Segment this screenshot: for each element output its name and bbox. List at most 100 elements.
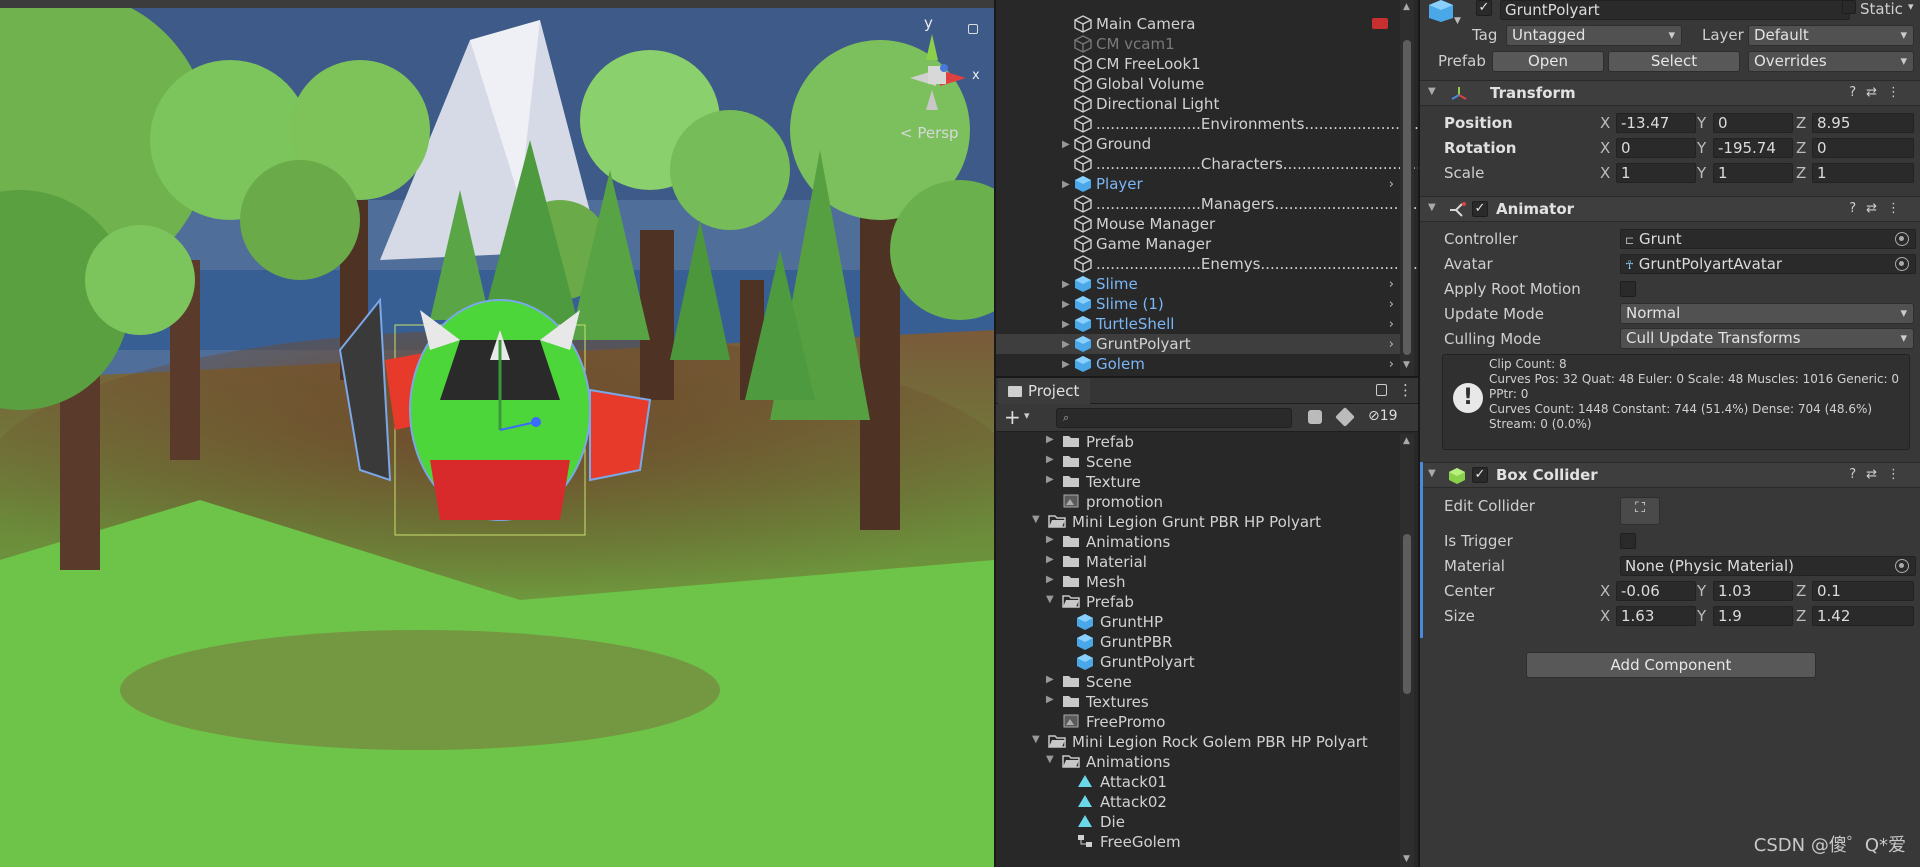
collider-size-y-field[interactable]: 1.9: [1713, 606, 1793, 626]
prefab-overrides-dropdown[interactable]: Overrides: [1748, 51, 1914, 72]
axis-x-label[interactable]: X: [1600, 582, 1610, 600]
hierarchy-item[interactable]: CM FreeLook1: [996, 54, 1400, 74]
axis-x-label[interactable]: X: [1600, 164, 1610, 182]
box-collider-header[interactable]: ▼ ✓ Box Collider ?⇄⋮: [1420, 462, 1920, 488]
expand-arrow-icon[interactable]: ▶: [1046, 534, 1054, 545]
expand-arrow-icon[interactable]: ▶: [1046, 574, 1054, 585]
transform-rotation-z-field[interactable]: 0: [1812, 138, 1914, 158]
axis-x-label[interactable]: X: [1600, 114, 1610, 132]
axis-x-label[interactable]: X: [1600, 139, 1610, 157]
transform-rotation-x-field[interactable]: 0: [1616, 138, 1696, 158]
hierarchy-panel[interactable]: Main Camera CM vcam1 CM FreeLook1 Global Vo…: [994, 0, 1443, 376]
transform-scale-x-field[interactable]: 1: [1616, 163, 1696, 183]
axis-z-label[interactable]: Z: [1796, 139, 1806, 157]
lock-icon[interactable]: [968, 24, 978, 34]
collider-size-z-field[interactable]: 1.42: [1812, 606, 1914, 626]
fold-open-icon[interactable]: ▼: [1428, 202, 1436, 213]
project-item[interactable]: ▶ Prefab: [996, 434, 1400, 452]
project-panel[interactable]: Project ⋮ + ▾ ⌕ ⊘19 ▶ Prefab ▶ Scene ▶ Textur…: [994, 376, 1420, 867]
is-trigger-checkbox[interactable]: [1620, 533, 1636, 549]
project-item[interactable]: GruntPBR: [996, 632, 1400, 652]
hierarchy-item[interactable]: ......................Environments......…: [996, 114, 1443, 134]
project-item[interactable]: GruntHP: [996, 612, 1400, 632]
axis-y-label[interactable]: Y: [1697, 164, 1706, 182]
project-item[interactable]: ▼ Mini Legion Rock Golem PBR HP Polyart: [996, 732, 1400, 752]
hierarchy-item[interactable]: ▶ GruntPolyart ›: [996, 334, 1400, 354]
avatar-field[interactable]: ☥ GruntPolyartAvatar: [1620, 254, 1916, 274]
axis-y-label[interactable]: Y: [1697, 139, 1706, 157]
chevron-right-icon[interactable]: ›: [1389, 317, 1394, 332]
position-label[interactable]: Position: [1444, 114, 1513, 132]
more-menu-icon[interactable]: ⋮: [1398, 381, 1413, 399]
hierarchy-item[interactable]: Mouse Manager: [996, 214, 1400, 234]
collapse-arrow-icon[interactable]: ▼: [1032, 734, 1040, 745]
scroll-down-icon[interactable]: ▼: [1403, 854, 1410, 864]
project-item[interactable]: ▶ Texture: [996, 472, 1400, 492]
transform-position-y-field[interactable]: 0: [1713, 113, 1793, 133]
scale-label[interactable]: Scale: [1444, 164, 1484, 182]
project-item[interactable]: FreeGolem: [996, 832, 1400, 852]
expand-arrow-icon[interactable]: ▶: [1062, 139, 1072, 150]
hierarchy-item[interactable]: ▶ Golem ›: [996, 354, 1400, 374]
layer-dropdown[interactable]: Default: [1748, 25, 1914, 46]
fold-open-icon[interactable]: ▼: [1428, 468, 1436, 479]
expand-arrow-icon[interactable]: ▶: [1062, 319, 1072, 330]
axis-z-label[interactable]: Z: [1796, 114, 1806, 132]
hierarchy-item[interactable]: ......................Characters........…: [996, 154, 1440, 174]
axis-z-label[interactable]: Z: [1796, 607, 1806, 625]
hierarchy-item[interactable]: Main Camera: [996, 14, 1400, 34]
expand-arrow-icon[interactable]: ▶: [1062, 279, 1072, 290]
apply-root-motion-checkbox[interactable]: [1620, 281, 1636, 297]
project-item[interactable]: Attack02: [996, 792, 1400, 812]
size-label[interactable]: Size: [1444, 607, 1475, 625]
chevron-right-icon[interactable]: ›: [1389, 297, 1394, 312]
scene-render[interactable]: [0, 0, 994, 867]
animator-header[interactable]: ▼ ✓ Animator ?⇄⋮: [1420, 196, 1920, 222]
project-scroll-thumb[interactable]: [1403, 534, 1411, 694]
hierarchy-item[interactable]: Game Manager: [996, 234, 1400, 254]
project-item[interactable]: Die: [996, 812, 1400, 832]
axis-z-label[interactable]: Z: [1796, 164, 1806, 182]
collider-center-y-field[interactable]: 1.03: [1713, 581, 1793, 601]
hierarchy-item[interactable]: ▶ Player ›: [996, 174, 1400, 194]
project-item[interactable]: ▶ Scene: [996, 672, 1400, 692]
fold-open-icon[interactable]: ▼: [1428, 86, 1436, 97]
expand-arrow-icon[interactable]: ▶: [1046, 454, 1054, 465]
hierarchy-item[interactable]: Global Volume: [996, 74, 1400, 94]
chevron-down-icon[interactable]: ▼: [1454, 16, 1461, 26]
update-mode-dropdown[interactable]: Normal: [1620, 303, 1914, 324]
hierarchy-item[interactable]: ▶ Slime ›: [996, 274, 1400, 294]
hierarchy-scroll-thumb[interactable]: [1403, 40, 1411, 355]
component-header-icons[interactable]: ?⇄⋮: [1849, 467, 1910, 482]
collider-center-z-field[interactable]: 0.1: [1812, 581, 1914, 601]
culling-mode-dropdown[interactable]: Cull Update Transforms: [1620, 328, 1914, 349]
hierarchy-item[interactable]: ......................Managers..........…: [996, 194, 1432, 214]
axis-x-label[interactable]: X: [1600, 607, 1610, 625]
hierarchy-item[interactable]: CM vcam1: [996, 34, 1400, 54]
prefab-select-button[interactable]: Select: [1608, 51, 1740, 72]
expand-arrow-icon[interactable]: ▶: [1046, 694, 1054, 705]
project-item[interactable]: ▶ Mesh: [996, 572, 1400, 592]
expand-arrow-icon[interactable]: ▶: [1046, 434, 1054, 445]
project-scrollbar[interactable]: ▲ ▼: [1400, 434, 1414, 867]
lock-icon[interactable]: [1376, 384, 1387, 396]
project-item[interactable]: ▶ Textures: [996, 692, 1400, 712]
tag-dropdown[interactable]: Untagged: [1506, 25, 1682, 46]
transform-position-x-field[interactable]: -13.47: [1616, 113, 1696, 133]
hierarchy-item[interactable]: ▶ Ground: [996, 134, 1400, 154]
animator-enabled-checkbox[interactable]: ✓: [1472, 201, 1488, 217]
tab-project[interactable]: Project: [998, 378, 1090, 404]
scene-view[interactable]: y x < Persp: [0, 0, 994, 867]
collider-center-x-field[interactable]: -0.06: [1616, 581, 1696, 601]
expand-arrow-icon[interactable]: ▶: [1046, 474, 1054, 485]
project-item[interactable]: GruntPolyart: [996, 652, 1400, 672]
component-header-icons[interactable]: ?⇄⋮: [1849, 201, 1910, 216]
collapse-arrow-icon[interactable]: ▼: [1046, 594, 1054, 605]
project-item[interactable]: Attack01: [996, 772, 1400, 792]
expand-arrow-icon[interactable]: ▶: [1062, 179, 1072, 190]
static-checkbox[interactable]: [1842, 0, 1856, 14]
project-item[interactable]: ▶ Animations: [996, 532, 1400, 552]
rotation-label[interactable]: Rotation: [1444, 139, 1516, 157]
create-plus-button[interactable]: +: [1004, 406, 1021, 428]
chevron-right-icon[interactable]: ›: [1389, 277, 1394, 292]
